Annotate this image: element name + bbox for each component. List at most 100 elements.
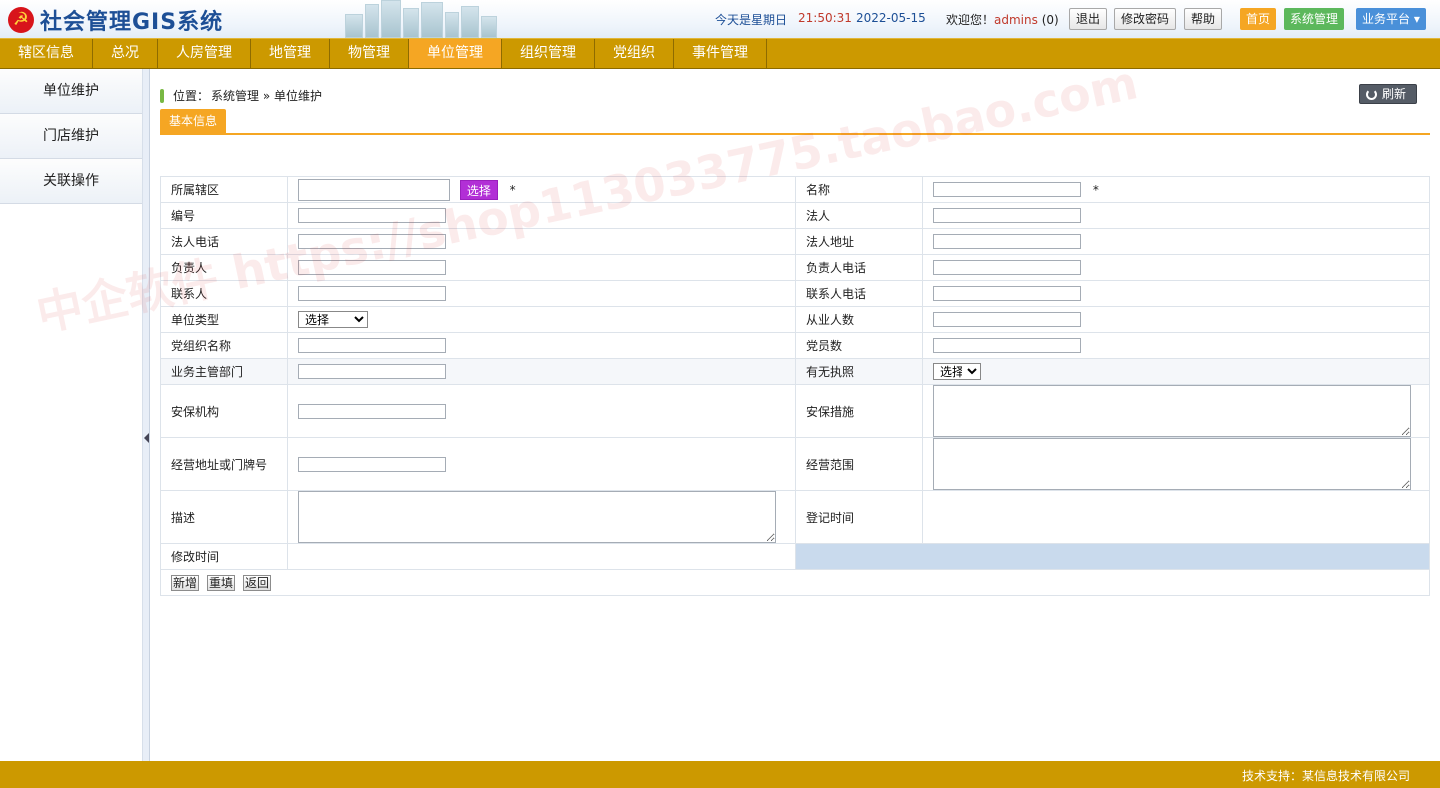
supervisor-input[interactable] [298, 364, 446, 379]
label-security-org: 安保机构 [160, 384, 288, 438]
back-button[interactable]: 返回 [243, 574, 272, 591]
weekday-text: 今天是星期日 [715, 13, 788, 27]
menu-item-party-org[interactable]: 党组织 [595, 39, 674, 68]
label-license: 有无执照 [795, 358, 923, 385]
collapse-arrow-icon[interactable] [144, 433, 149, 443]
unit-type-select[interactable]: 选择 [298, 311, 368, 328]
menu-item-event-management[interactable]: 事件管理 [674, 39, 767, 68]
app-title: 社会管理GIS系统 [40, 10, 224, 35]
sidebar-splitter[interactable] [142, 69, 150, 761]
label-modify-time: 修改时间 [160, 543, 288, 570]
label-unit-type: 单位类型 [160, 306, 288, 333]
app-logo[interactable]: ☭ 社会管理GIS系统 [8, 4, 223, 36]
add-button[interactable]: 新增 [171, 574, 200, 591]
menu-item-land[interactable]: 地管理 [251, 39, 330, 68]
refresh-label: 刷新 [1382, 87, 1407, 101]
menu-item-people-housing[interactable]: 人房管理 [158, 39, 251, 68]
breadcrumb-marker [160, 88, 164, 103]
label-code: 编号 [160, 202, 288, 229]
name-input[interactable] [933, 182, 1081, 197]
label-register-time: 登记时间 [795, 490, 923, 544]
footer-support-text: 技术支持：某信息技术有限公司 [1241, 769, 1410, 783]
license-select[interactable]: 选择 [933, 363, 981, 380]
label-principal: 负责人 [160, 254, 288, 281]
content-area: 位置： 系统管理 » 单位维护 刷新 基本信息 所属辖区 选择 * 名称 * 编… [150, 69, 1440, 761]
menu-item-unit-management[interactable]: 单位管理 [409, 39, 502, 68]
code-input[interactable] [298, 208, 446, 223]
legal-person-input[interactable] [933, 208, 1081, 223]
description-textarea[interactable] [298, 491, 776, 543]
legal-phone-input[interactable] [298, 234, 446, 249]
message-count[interactable]: (0) [1042, 13, 1059, 27]
label-security-measures: 安保措施 [795, 384, 923, 438]
register-time-value [922, 490, 1430, 544]
breadcrumb-label: 位置： [173, 89, 210, 103]
tab-underline [160, 133, 1430, 135]
form-actions: 新增 重填 返回 [171, 574, 1419, 591]
security-measures-textarea[interactable] [933, 385, 1411, 437]
menu-item-district[interactable]: 辖区信息 [0, 39, 93, 68]
label-district: 所属辖区 [160, 176, 288, 203]
label-legal-address: 法人地址 [795, 228, 923, 255]
address-input[interactable] [298, 456, 446, 472]
system-management-button[interactable]: 系统管理 [1284, 8, 1345, 30]
sidebar-item-link-operation[interactable]: 关联操作 [0, 159, 142, 204]
modify-time-value [287, 543, 796, 570]
principal-phone-input[interactable] [933, 260, 1081, 275]
scope-textarea[interactable] [933, 438, 1411, 490]
label-legal-person: 法人 [795, 202, 923, 229]
security-org-input[interactable] [298, 403, 446, 419]
breadcrumb-path: 系统管理 » 单位维护 [211, 89, 322, 103]
label-description: 描述 [160, 490, 288, 544]
label-party-members: 党员数 [795, 332, 923, 359]
main-menu: 辖区信息 总况 人房管理 地管理 物管理 单位管理 组织管理 党组织 事件管理 [0, 38, 1440, 69]
refresh-button[interactable]: 刷新 [1359, 84, 1418, 104]
label-principal-phone: 负责人电话 [795, 254, 923, 281]
menu-item-property[interactable]: 物管理 [330, 39, 409, 68]
skyline-banner [335, 0, 510, 38]
help-button[interactable]: 帮助 [1184, 8, 1223, 30]
username[interactable]: admins [994, 13, 1038, 27]
label-employees: 从业人数 [795, 306, 923, 333]
tab-basic-info[interactable]: 基本信息 [160, 109, 227, 133]
employees-input[interactable] [933, 312, 1081, 327]
header: ☭ 社会管理GIS系统 今天是星期日 21:50:31 2022-05-15 欢… [0, 0, 1440, 38]
district-input[interactable] [298, 178, 450, 201]
label-contact-phone: 联系人电话 [795, 280, 923, 307]
refresh-icon [1366, 88, 1377, 100]
required-mark: * [1092, 182, 1099, 197]
change-password-button[interactable]: 修改密码 [1114, 8, 1177, 30]
label-supervisor: 业务主管部门 [160, 358, 288, 385]
breadcrumb: 位置： 系统管理 » 单位维护 [160, 87, 322, 104]
label-contact: 联系人 [160, 280, 288, 307]
party-members-input[interactable] [933, 338, 1081, 353]
contact-phone-input[interactable] [933, 286, 1081, 301]
contact-input[interactable] [298, 286, 446, 301]
label-party-org: 党组织名称 [160, 332, 288, 359]
date-text: 2022-05-15 [856, 11, 926, 25]
home-button[interactable]: 首页 [1240, 8, 1277, 30]
legal-address-input[interactable] [933, 234, 1081, 249]
sidebar: 单位维护 门店维护 关联操作 [0, 69, 142, 761]
required-mark: * [509, 182, 516, 197]
sidebar-item-unit-maintenance[interactable]: 单位维护 [0, 69, 142, 114]
menu-item-org-management[interactable]: 组织管理 [502, 39, 595, 68]
menu-item-overview[interactable]: 总况 [93, 39, 158, 68]
empty-cell [795, 543, 1430, 570]
business-platform-button[interactable]: 业务平台 ▾ [1356, 8, 1426, 30]
logout-button[interactable]: 退出 [1069, 8, 1108, 30]
party-emblem-icon: ☭ [8, 7, 34, 33]
sidebar-item-store-maintenance[interactable]: 门店维护 [0, 114, 142, 159]
label-legal-phone: 法人电话 [160, 228, 288, 255]
clock-text: 21:50:31 [798, 11, 852, 25]
unit-form: 所属辖区 选择 * 名称 * 编号 法人 法人电话 法人地址 负责人 负责人电话… [160, 176, 1430, 596]
party-org-input[interactable] [298, 338, 446, 353]
welcome-text: 欢迎您！admins (0) [946, 11, 1059, 28]
label-address: 经营地址或门牌号 [160, 437, 288, 491]
welcome-label: 欢迎您！ [946, 13, 995, 27]
district-select-button[interactable]: 选择 [459, 179, 498, 200]
label-name: 名称 [795, 176, 923, 203]
reset-button[interactable]: 重填 [207, 574, 236, 591]
principal-input[interactable] [298, 260, 446, 275]
label-scope: 经营范围 [795, 437, 923, 491]
